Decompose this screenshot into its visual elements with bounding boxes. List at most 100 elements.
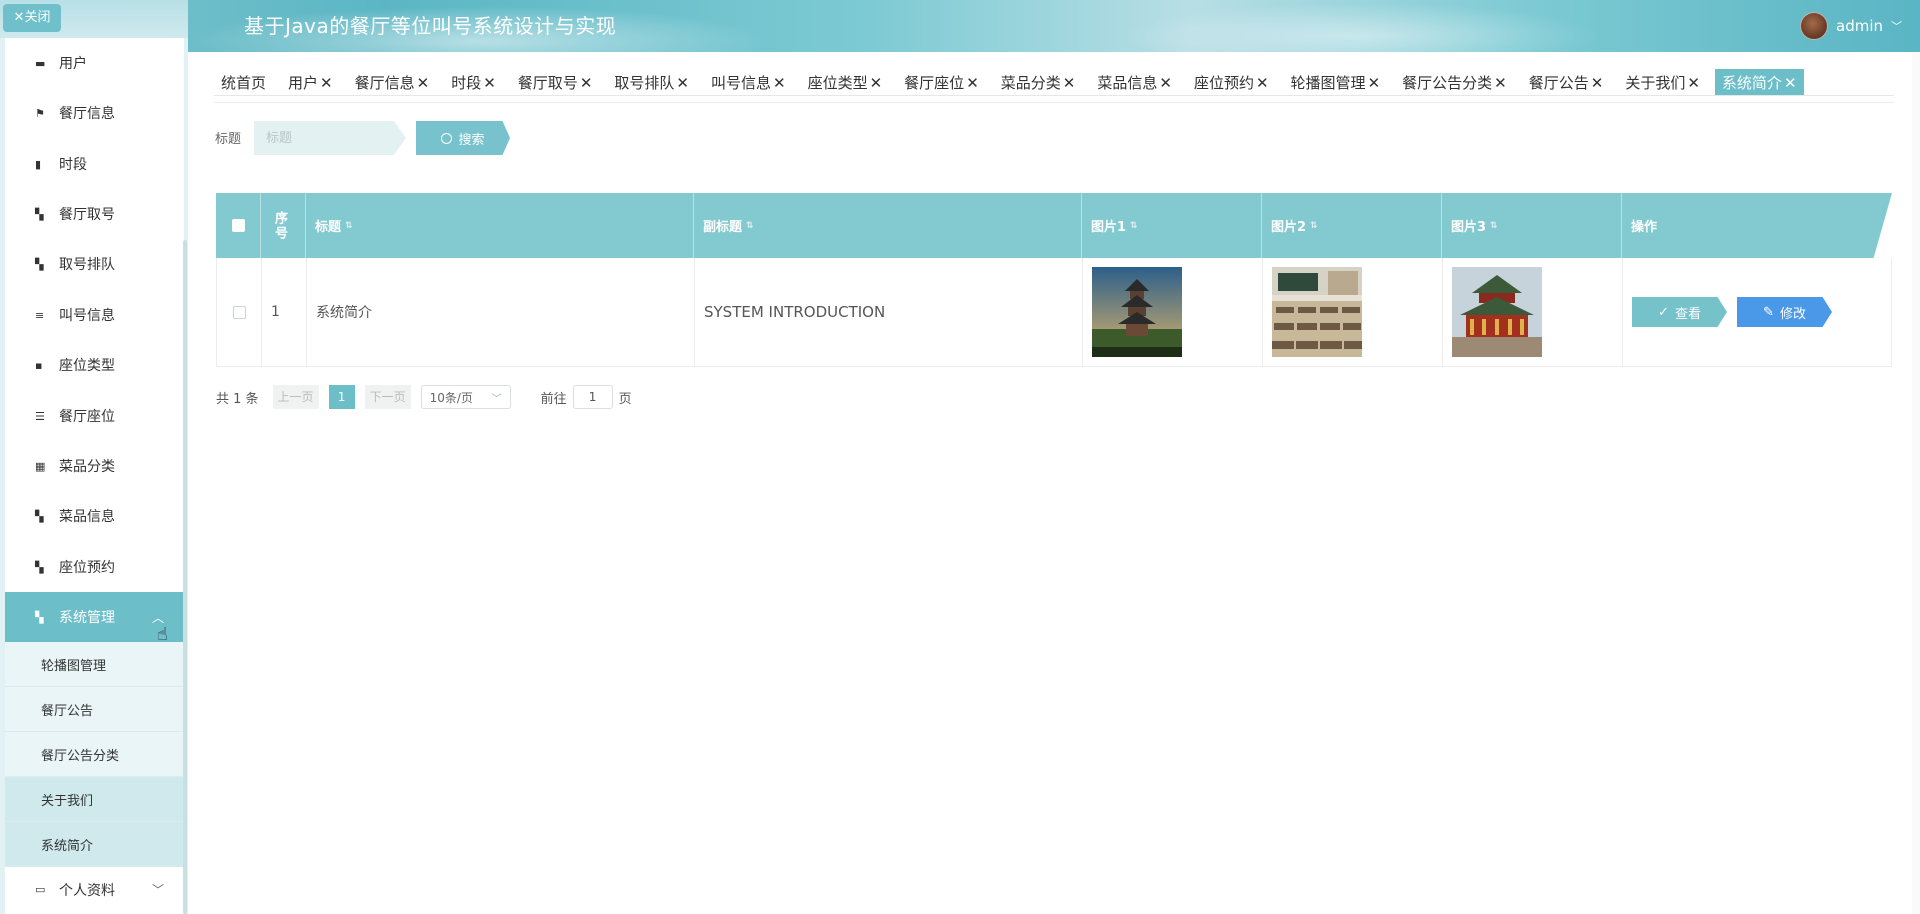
tag-dish-info[interactable]: 菜品信息 ✕	[1090, 69, 1179, 95]
sliders-icon: ☰	[35, 409, 45, 423]
sidebar-item-seat-type[interactable]: ▪ 座位类型	[5, 340, 184, 390]
close-icon[interactable]: ✕	[1687, 74, 1700, 92]
header-image2-label: 图片2	[1271, 220, 1307, 235]
sidebar-item-label: 取号排队	[59, 257, 115, 273]
page-number-current[interactable]: 1	[328, 385, 355, 409]
sidebar-scrollbar[interactable]	[183, 240, 187, 914]
header-subtitle[interactable]: 副标题 ⇅	[694, 193, 1082, 258]
tag-home[interactable]: 统首页	[214, 69, 273, 95]
page-size-select[interactable]: 10条/页 ﹀	[420, 385, 511, 409]
title-search-input[interactable]	[254, 121, 406, 155]
tag-intro[interactable]: 系统简介 ✕	[1714, 68, 1804, 95]
close-icon[interactable]: ✕	[320, 74, 333, 92]
search-button[interactable]: 搜索	[416, 121, 510, 155]
tag-seat[interactable]: 餐厅座位 ✕	[897, 69, 986, 95]
tag-user[interactable]: 用户 ✕	[281, 69, 340, 95]
close-sidebar-button[interactable]: ✕关闭	[3, 4, 61, 32]
close-icon[interactable]: ✕	[417, 74, 430, 92]
sidebar-subitem-notice[interactable]: 餐厅公告	[5, 687, 184, 732]
goto-page-input[interactable]	[572, 385, 613, 409]
close-icon[interactable]: ✕	[1494, 74, 1507, 92]
sort-icon[interactable]: ⇅	[746, 221, 754, 231]
sidebar-item-label: 用户	[59, 56, 87, 72]
tag-dish-category[interactable]: 菜品分类 ✕	[994, 69, 1083, 95]
palace-image[interactable]	[1452, 267, 1542, 357]
select-all-checkbox[interactable]	[231, 219, 245, 232]
close-icon[interactable]: ✕	[966, 74, 979, 92]
tag-notice[interactable]: 餐厅公告 ✕	[1522, 69, 1611, 95]
sidebar-subitem-carousel[interactable]: 轮播图管理	[5, 642, 184, 687]
tag-about[interactable]: 关于我们 ✕	[1618, 69, 1707, 95]
row-checkbox[interactable]	[232, 305, 246, 319]
sidebar-item-dish-category[interactable]: ▦ 菜品分类	[5, 441, 184, 491]
avatar[interactable]	[1800, 12, 1828, 40]
user-menu[interactable]: admin ﹀	[1800, 10, 1902, 42]
sidebar-subitem-intro[interactable]: 系统简介	[5, 822, 184, 867]
sidebar-subitem-about[interactable]: 关于我们	[5, 777, 184, 822]
mouse-cursor-icon: ☝	[157, 624, 168, 645]
sort-icon[interactable]: ⇅	[1310, 221, 1318, 231]
header-image2[interactable]: 图片2 ⇅	[1262, 193, 1442, 258]
grid-icon: ▚	[35, 610, 44, 624]
tag-seat-booking[interactable]: 座位预约 ✕	[1187, 69, 1276, 95]
main-scrollbar[interactable]	[1912, 52, 1920, 914]
view-button[interactable]: ✓ 查看	[1632, 297, 1727, 327]
page-size-value: 10条/页	[429, 390, 473, 405]
sidebar-item-user[interactable]: ▬ 用户	[5, 38, 184, 88]
sidebar-item-queue[interactable]: ▚ 取号排队	[5, 239, 184, 289]
sort-icon[interactable]: ⇅	[1130, 221, 1138, 231]
sidebar-item-seat-booking[interactable]: ▚ 座位预约	[5, 542, 184, 592]
close-icon[interactable]: ✕	[1159, 74, 1172, 92]
header-image1[interactable]: 图片1 ⇅	[1082, 193, 1262, 258]
next-page-button[interactable]: 下一页	[364, 385, 411, 409]
classroom-image[interactable]	[1272, 267, 1362, 357]
sidebar-item-restaurant[interactable]: ⚑ 餐厅信息	[5, 88, 184, 138]
chevron-down-icon[interactable]: ﹀	[1891, 18, 1902, 34]
close-icon[interactable]: ✕	[676, 74, 689, 92]
prev-page-button[interactable]: 上一页	[272, 385, 319, 409]
sidebar-item-call-info[interactable]: ≡ 叫号信息	[5, 290, 184, 340]
tag-notice-category[interactable]: 餐厅公告分类 ✕	[1395, 69, 1514, 95]
row-subtitle: SYSTEM INTRODUCTION	[695, 258, 1083, 366]
header-image3[interactable]: 图片3 ⇅	[1442, 193, 1622, 258]
user-name[interactable]: admin	[1836, 17, 1883, 35]
sidebar-item-profile[interactable]: ▭ 个人资料 ﹀	[5, 867, 184, 912]
search-icon	[441, 132, 453, 144]
goto-label: 前往	[540, 391, 567, 407]
view-button-label: 查看	[1674, 305, 1701, 321]
close-icon[interactable]: ✕	[483, 74, 496, 92]
grid-icon: ▚	[35, 257, 44, 271]
apps-icon: ▦	[35, 459, 46, 473]
close-icon[interactable]: ✕	[1591, 74, 1604, 92]
sort-icon[interactable]: ⇅	[345, 221, 353, 231]
close-icon[interactable]: ✕	[1256, 74, 1269, 92]
sidebar-item-label: 座位类型	[59, 358, 115, 374]
sidebar-item-take-number[interactable]: ▚ 餐厅取号	[5, 189, 184, 239]
tag-timeslot[interactable]: 时段 ✕	[444, 69, 503, 95]
sidebar-item-dish-info[interactable]: ▚ 菜品信息	[5, 491, 184, 541]
tag-take-number[interactable]: 餐厅取号 ✕	[511, 69, 600, 95]
sidebar-subitem-notice-category[interactable]: 餐厅公告分类	[5, 732, 184, 777]
tag-call-info[interactable]: 叫号信息 ✕	[704, 69, 793, 95]
header-title[interactable]: 标题 ⇅	[306, 193, 694, 258]
tag-label: 系统简介	[1721, 73, 1782, 92]
close-icon[interactable]: ✕	[580, 74, 593, 92]
tag-queue[interactable]: 取号排队 ✕	[607, 69, 696, 95]
tag-seat-type[interactable]: 座位类型 ✕	[801, 69, 890, 95]
chevron-up-icon[interactable]: ︿	[152, 609, 164, 626]
tag-carousel[interactable]: 轮播图管理 ✕	[1284, 69, 1388, 95]
close-icon[interactable]: ✕	[1368, 74, 1381, 92]
header-index-label: 序号	[272, 210, 287, 241]
close-icon[interactable]: ✕	[1063, 74, 1076, 92]
chevron-down-icon[interactable]: ﹀	[152, 881, 164, 898]
close-icon[interactable]: ✕	[870, 74, 883, 92]
edit-button[interactable]: ✎ 修改	[1737, 297, 1832, 327]
sidebar-item-timeslot[interactable]: ▮ 时段	[5, 139, 184, 189]
sort-icon[interactable]: ⇅	[1490, 221, 1498, 231]
pagoda-image[interactable]	[1092, 267, 1182, 357]
sidebar-item-seat[interactable]: ☰ 餐厅座位	[5, 391, 184, 441]
close-icon[interactable]: ✕	[1784, 74, 1797, 92]
close-icon[interactable]: ✕	[773, 74, 786, 92]
chart-icon: ▮	[35, 157, 42, 171]
tag-restaurant[interactable]: 餐厅信息 ✕	[348, 69, 437, 95]
